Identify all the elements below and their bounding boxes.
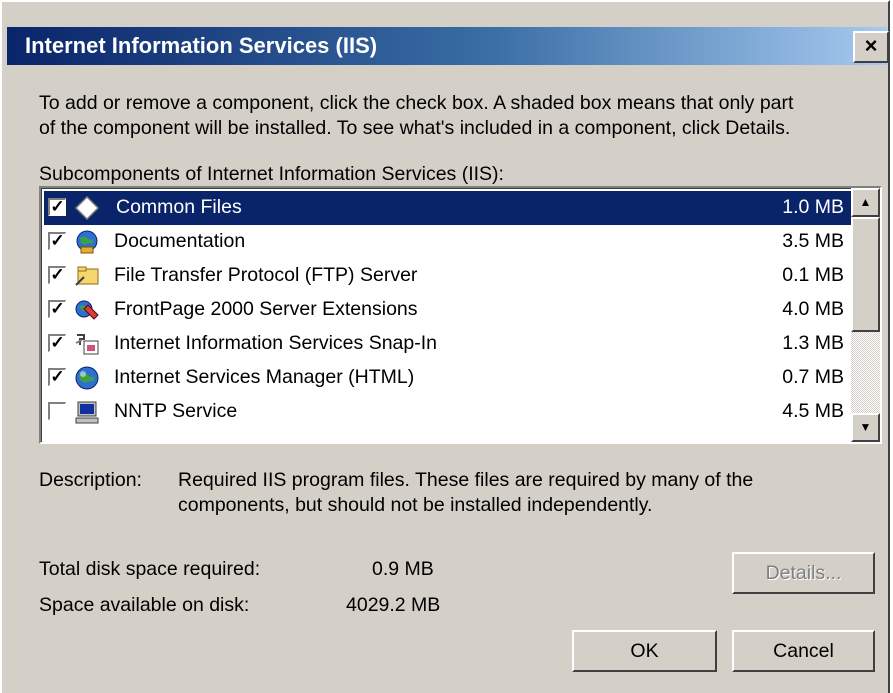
description-line-2: components, but should not be installed … bbox=[178, 494, 653, 516]
list-item-size: 4.0 MB bbox=[782, 298, 844, 320]
instructions-line-1: To add or remove a component, click the … bbox=[39, 92, 794, 114]
list-item-label: Common Files bbox=[116, 196, 242, 218]
description-label: Description: bbox=[39, 469, 142, 491]
checkbox[interactable]: ✓ bbox=[48, 334, 66, 352]
list-item-size: 4.5 MB bbox=[782, 400, 844, 422]
list-item-label: FrontPage 2000 Server Extensions bbox=[114, 298, 418, 320]
disk-required-value: 0.9 MB bbox=[372, 558, 434, 580]
snap-in-icon bbox=[75, 334, 99, 355]
disk-available-value: 4029.2 MB bbox=[346, 594, 441, 616]
list-item-size: 3.5 MB bbox=[782, 230, 844, 252]
list-item-label: File Transfer Protocol (FTP) Server bbox=[114, 264, 418, 286]
iis-dialog: Internet Information Services (IIS) × To… bbox=[0, 0, 890, 693]
list-item[interactable]: ✓ Internet Information Services Snap-In … bbox=[44, 327, 852, 361]
disk-required-label: Total disk space required: bbox=[39, 558, 261, 580]
frontpage-icon bbox=[75, 300, 99, 320]
close-button[interactable]: × bbox=[853, 31, 889, 63]
list-item[interactable]: ✓ Internet Services Manager (HTML) 0.7 M… bbox=[44, 361, 852, 395]
checkbox[interactable]: ✓ bbox=[48, 232, 66, 250]
computer-icon bbox=[75, 401, 99, 424]
details-button[interactable]: Details... bbox=[732, 552, 875, 594]
list-item[interactable]: ✓ File Transfer Protocol (FTP) Server 0.… bbox=[44, 259, 852, 293]
folder-icon bbox=[75, 266, 99, 286]
list-item-label: Internet Information Services Snap-In bbox=[114, 332, 437, 354]
list-item-label: Internet Services Manager (HTML) bbox=[114, 366, 415, 388]
list-item[interactable]: ✓ Documentation 3.5 MB bbox=[44, 225, 852, 259]
globe-book-icon bbox=[76, 230, 98, 254]
scroll-down-button[interactable]: ▼ bbox=[851, 413, 880, 442]
list-item-size: 1.0 MB bbox=[782, 196, 844, 218]
checkbox[interactable]: ✓ bbox=[48, 300, 66, 318]
subcomponents-list[interactable]: ✓ Common Files 1.0 MB ✓ Documentation 3.… bbox=[39, 186, 882, 444]
disk-available-label: Space available on disk: bbox=[39, 594, 250, 616]
list-item-label: NNTP Service bbox=[114, 400, 238, 422]
description-line-1: Required IIS program files. These files … bbox=[178, 469, 754, 491]
diamond-icon bbox=[74, 195, 100, 221]
globe-icon bbox=[75, 366, 99, 390]
vertical-scrollbar[interactable]: ▲ ▼ bbox=[851, 188, 880, 442]
checkbox[interactable]: ✓ bbox=[48, 198, 66, 216]
checkbox[interactable]: ✓ bbox=[48, 266, 66, 284]
list-item-size: 0.1 MB bbox=[782, 264, 844, 286]
title-bar[interactable]: Internet Information Services (IIS) × bbox=[7, 27, 889, 65]
window-title: Internet Information Services (IIS) bbox=[25, 33, 378, 58]
instructions-line-2: of the component will be installed. To s… bbox=[39, 117, 791, 139]
checkbox[interactable]: ✓ bbox=[48, 368, 66, 386]
ok-button[interactable]: OK bbox=[572, 630, 717, 672]
subcomponents-label: Subcomponents of Internet Information Se… bbox=[39, 163, 504, 185]
list-item[interactable]: ✓ FrontPage 2000 Server Extensions 4.0 M… bbox=[44, 293, 852, 327]
list-item-label: Documentation bbox=[114, 230, 246, 252]
list-item[interactable]: ✓ Common Files 1.0 MB bbox=[44, 191, 852, 225]
scroll-up-button[interactable]: ▲ bbox=[851, 188, 880, 217]
list-item[interactable]: NNTP Service 4.5 MB bbox=[44, 395, 852, 429]
cancel-button[interactable]: Cancel bbox=[732, 630, 875, 672]
list-item-size: 0.7 MB bbox=[782, 366, 844, 388]
list-item-size: 1.3 MB bbox=[782, 332, 844, 354]
scrollbar-thumb[interactable] bbox=[851, 217, 880, 332]
checkbox[interactable] bbox=[48, 402, 66, 420]
